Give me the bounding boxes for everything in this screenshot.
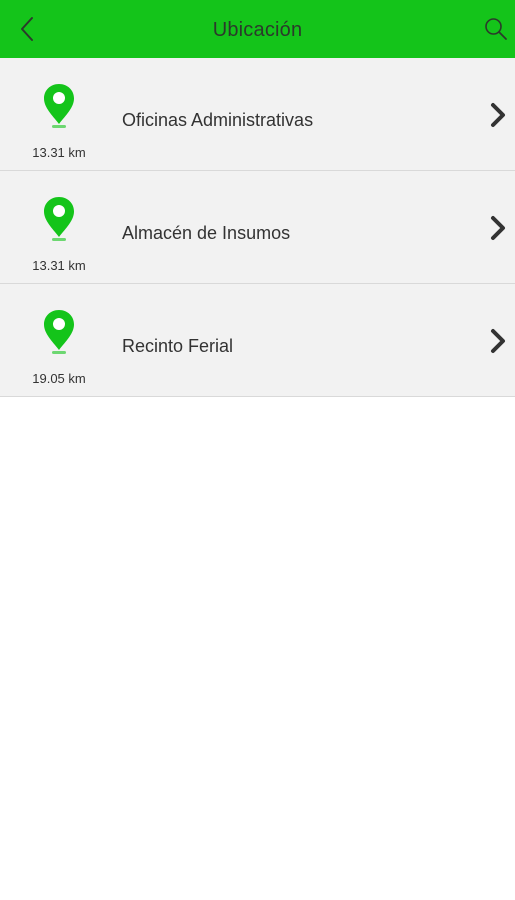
list-item[interactable]: 13.31 km Oficinas Administrativas <box>0 58 515 171</box>
chevron-right-icon <box>491 216 505 240</box>
page-title: Ubicación <box>212 19 303 41</box>
map-pin-icon <box>44 310 74 354</box>
distance-label: 19.05 km <box>32 371 86 386</box>
chevron-left-icon <box>21 17 33 41</box>
list-item[interactable]: 19.05 km Recinto Ferial <box>0 284 515 397</box>
location-list: 13.31 km Oficinas Administrativas 13.31 … <box>0 58 515 397</box>
distance-label: 13.31 km <box>32 258 86 273</box>
distance-label: 13.31 km <box>32 145 86 160</box>
list-item[interactable]: 13.31 km Almacén de Insumos <box>0 171 515 284</box>
location-name: Oficinas Administrativas <box>122 110 314 130</box>
app-bar: Ubicación <box>0 0 515 58</box>
map-pin-icon <box>44 84 74 128</box>
map-pin-icon <box>44 197 74 241</box>
back-button[interactable] <box>10 12 44 46</box>
chevron-right-icon <box>491 329 505 353</box>
search-button[interactable] <box>481 14 511 44</box>
search-icon <box>485 18 507 40</box>
location-name: Recinto Ferial <box>122 336 234 356</box>
chevron-right-icon <box>491 103 505 127</box>
location-name: Almacén de Insumos <box>122 223 291 243</box>
